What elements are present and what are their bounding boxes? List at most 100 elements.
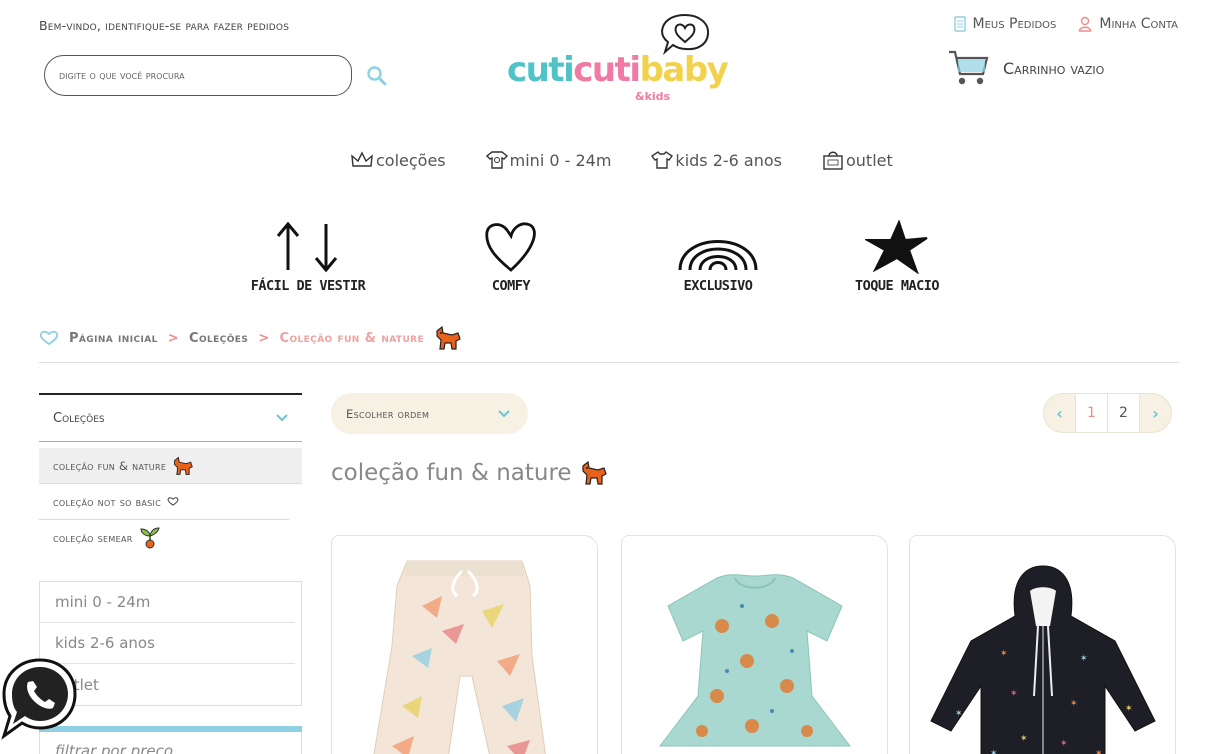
heart-outline-icon xyxy=(167,497,179,506)
nav-item-mini[interactable]: mini 0 - 24m xyxy=(485,150,612,170)
svg-text:✶: ✶ xyxy=(1060,739,1068,749)
my-orders-label: Meus Pedidos xyxy=(972,16,1057,32)
chevron-left-icon: ‹ xyxy=(1056,403,1063,423)
account-links: Meus Pedidos Minha Conta xyxy=(953,16,1178,32)
product-image-pants xyxy=(373,560,546,754)
sidebar-item-label: coleção semear xyxy=(53,531,133,545)
feature-soft-touch: TOQUE MACIO xyxy=(822,220,972,294)
nav-item-colecoes[interactable]: coleções xyxy=(350,150,446,170)
pagination-page-2[interactable]: 2 xyxy=(1107,393,1140,433)
feature-comfy: COMFY xyxy=(436,220,586,294)
divider xyxy=(39,362,1179,363)
onesie-icon xyxy=(485,151,508,169)
sidebar-category-outlet[interactable]: outlet xyxy=(40,664,295,705)
feature-exclusive: EXCLUSIVO xyxy=(643,220,793,294)
product-card-bodysuit[interactable] xyxy=(621,535,888,754)
shopping-bag-icon xyxy=(823,151,843,170)
sidebar-item-semear[interactable]: coleção semear xyxy=(39,520,289,556)
feature-label: EXCLUSIVO xyxy=(683,278,753,294)
whatsapp-button[interactable] xyxy=(0,656,78,742)
sidebar-category-kids[interactable]: kids 2-6 anos xyxy=(40,623,295,664)
product-card-hoodie[interactable]: ✶ ✶ ✶ ✶ ✶ ✶ ✶ ✶ ✶ ✶ xyxy=(909,535,1176,754)
pagination-page-1[interactable]: 1 xyxy=(1075,393,1108,433)
rainbow-icon xyxy=(678,240,758,271)
product-card-pants[interactable] xyxy=(331,535,598,754)
search-icon xyxy=(367,66,387,86)
sort-label: Escolher ordem xyxy=(346,406,430,421)
sidebar-header-label: Coleções xyxy=(53,410,105,426)
price-filter-title: filtrar por preço xyxy=(39,732,302,754)
page-title-text: coleção fun & nature xyxy=(331,460,572,486)
nav-item-outlet[interactable]: outlet xyxy=(822,150,893,170)
svg-text:✶: ✶ xyxy=(1070,699,1078,709)
svg-text:✶: ✶ xyxy=(1020,734,1028,744)
sort-dropdown[interactable]: Escolher ordem xyxy=(331,393,528,434)
fox-icon xyxy=(174,456,193,475)
my-account-label: Minha Conta xyxy=(1099,16,1178,32)
my-orders-link[interactable]: Meus Pedidos xyxy=(953,16,1057,32)
logo-kids: &kids xyxy=(635,90,671,103)
product-image-bodysuit xyxy=(658,574,852,747)
sidebar-category-mini[interactable]: mini 0 - 24m xyxy=(40,582,295,623)
nav-item-label: mini 0 - 24m xyxy=(509,151,612,170)
page-title: coleção fun & nature xyxy=(331,460,608,486)
feature-label: FÁCIL DE VESTIR xyxy=(250,278,366,294)
speech-bubble-heart-icon xyxy=(660,13,710,56)
feature-easy-dress: FÁCIL DE VESTIR xyxy=(233,220,383,294)
search-field[interactable] xyxy=(44,55,352,96)
arrows-icon xyxy=(276,221,338,273)
feature-label: TOQUE MACIO xyxy=(855,278,939,294)
nav-item-label: outlet xyxy=(846,151,893,170)
sprout-icon xyxy=(140,527,160,549)
cart-label: Carrinho vazio xyxy=(1003,58,1105,78)
breadcrumb: Página inicial > Coleções > Coleção fun … xyxy=(39,325,462,351)
svg-text:✶: ✶ xyxy=(1080,654,1088,664)
chevron-down-icon xyxy=(498,409,510,417)
sidebar-item-not-so-basic[interactable]: coleção not so basic xyxy=(39,484,289,520)
feature-label: COMFY xyxy=(491,278,531,294)
sidebar-collections-list: coleção fun & nature coleção not so basi… xyxy=(39,448,302,556)
sidebar-item-fun-nature[interactable]: coleção fun & nature xyxy=(39,448,302,484)
pagination-prev-button[interactable]: ‹ xyxy=(1043,393,1076,433)
breadcrumb-current: Coleção fun & nature xyxy=(279,330,425,346)
pagination-next-button[interactable]: › xyxy=(1139,393,1172,433)
shopping-cart-icon xyxy=(949,50,989,85)
breadcrumb-separator: > xyxy=(258,330,270,346)
breadcrumb-separator: > xyxy=(167,330,180,346)
tshirt-icon xyxy=(651,151,674,169)
heart-icon xyxy=(485,222,536,272)
svg-text:✶: ✶ xyxy=(1125,704,1133,714)
search-input[interactable] xyxy=(45,56,351,95)
nav-item-kids[interactable]: kids 2-6 anos xyxy=(651,150,782,170)
heart-outline-icon xyxy=(39,330,59,346)
fox-icon xyxy=(436,325,461,350)
my-account-link[interactable]: Minha Conta xyxy=(1078,16,1178,32)
welcome-message: Bem-vindo, identifique-se para fazer ped… xyxy=(39,18,290,33)
user-icon xyxy=(1079,16,1092,32)
breadcrumb-collections[interactable]: Coleções xyxy=(189,331,248,346)
cart-button[interactable]: Carrinho vazio xyxy=(947,48,1104,88)
nav-item-label: kids 2-6 anos xyxy=(675,151,782,170)
sidebar: Coleções coleção fun & nature coleção no… xyxy=(39,393,302,754)
pagination: ‹ 1 2 › xyxy=(1043,393,1172,433)
brand-logo[interactable]: cuticutibaby &kids xyxy=(507,12,729,108)
sidebar-categories: mini 0 - 24m kids 2-6 anos outlet xyxy=(39,581,302,706)
crown-icon xyxy=(351,151,373,167)
fox-icon xyxy=(581,460,607,485)
svg-text:✶: ✶ xyxy=(990,749,998,754)
svg-text:✶: ✶ xyxy=(955,709,963,719)
whatsapp-icon xyxy=(1,658,77,740)
sidebar-item-label: coleção fun & nature xyxy=(53,458,167,473)
svg-text:✶: ✶ xyxy=(1095,749,1103,754)
document-icon xyxy=(953,16,966,32)
sidebar-collections-toggle[interactable]: Coleções xyxy=(39,393,302,442)
chevron-down-icon xyxy=(276,414,288,422)
product-image-hoodie: ✶ ✶ ✶ ✶ ✶ ✶ ✶ ✶ ✶ ✶ xyxy=(930,565,1156,754)
breadcrumb-home[interactable]: Página inicial xyxy=(69,331,158,346)
nav-item-label: coleções xyxy=(376,151,446,170)
sidebar-item-label: coleção not so basic xyxy=(53,494,162,509)
main-nav: coleções mini 0 - 24m kids 2-6 anos outl… xyxy=(350,150,893,170)
svg-text:✶: ✶ xyxy=(1010,689,1018,699)
search-button[interactable] xyxy=(366,65,388,87)
chevron-right-icon: › xyxy=(1152,403,1159,423)
